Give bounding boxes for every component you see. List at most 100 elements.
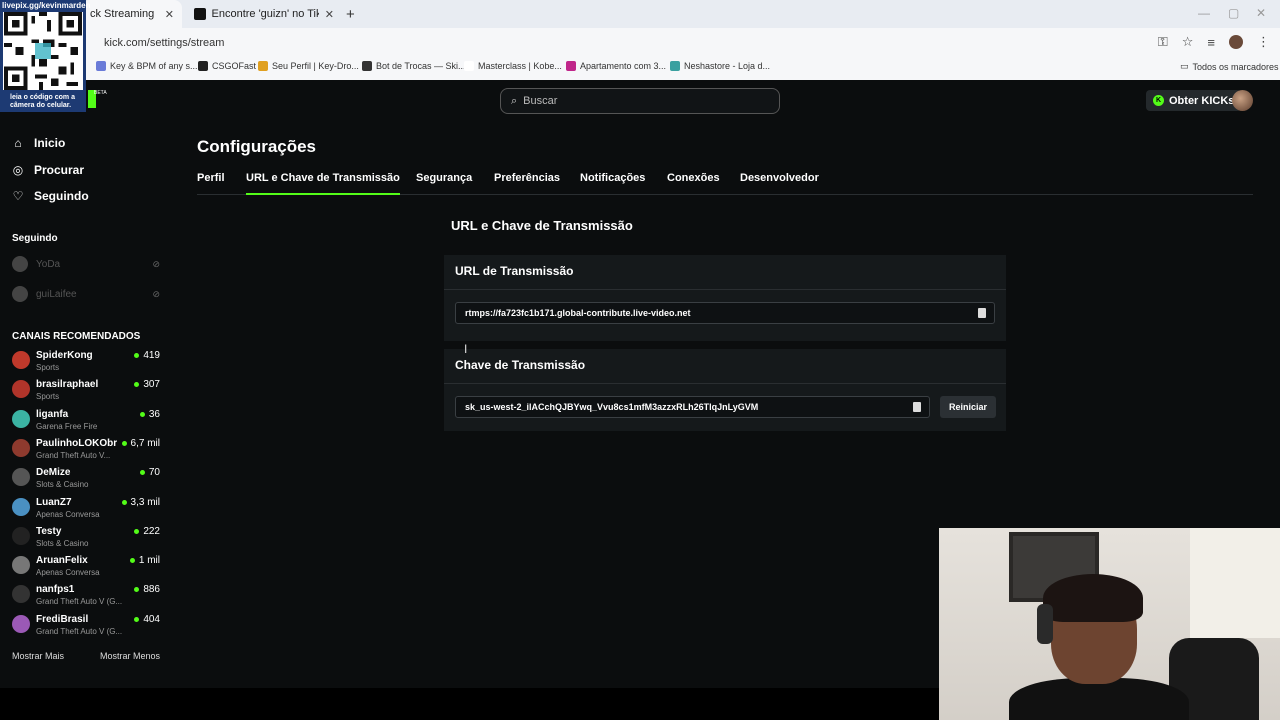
- show-more-link[interactable]: Mostrar Mais: [12, 651, 64, 661]
- avatar: [12, 556, 30, 574]
- browser-chrome: ck Streaming ✕ Encontre 'guizn' no TikTo…: [0, 0, 1280, 80]
- recommended-channel[interactable]: AruanFelix Apenas Conversa 1 mil: [12, 555, 160, 583]
- heart-icon: ♡: [12, 189, 24, 203]
- section-title: URL e Chave de Transmissão: [451, 218, 633, 233]
- bookmark-item[interactable]: Seu Perfil | Key-Dro...: [258, 61, 359, 71]
- bookmark-item[interactable]: Key & BPM of any s...: [96, 61, 198, 71]
- avatar: [12, 498, 30, 516]
- bookmark-item[interactable]: Apartamento com 3...: [566, 61, 666, 71]
- card-title: Chave de Transmissão: [455, 358, 586, 372]
- avatar: [12, 527, 30, 545]
- sidebar-item-home[interactable]: ⌂ Inicio: [12, 136, 65, 150]
- key-icon[interactable]: ⚿: [1158, 34, 1168, 50]
- channel-category: Grand Theft Auto V...: [36, 451, 111, 460]
- recommended-channel[interactable]: DeMize Slots & Casino 70: [12, 467, 160, 495]
- live-dot-icon: [121, 500, 127, 505]
- recommended-channel[interactable]: nanfps1 Grand Theft Auto V (G... 886: [12, 584, 160, 612]
- bottom-bar: [0, 688, 939, 720]
- recommended-channel[interactable]: liganfa Garena Free Fire 36: [12, 409, 160, 437]
- close-icon[interactable]: ✕: [325, 8, 334, 21]
- divider: [444, 383, 1006, 384]
- channel-name: FrediBrasil: [36, 614, 89, 625]
- qr-bottom-text: leia o código com a câmera do celular.: [10, 94, 75, 109]
- address-bar-url[interactable]: kick.com/settings/stream: [104, 37, 224, 49]
- divider: [444, 289, 1006, 290]
- channel-name: PaulinhoLOKObr: [36, 438, 118, 449]
- channel-name: brasilraphael: [36, 379, 99, 390]
- page-title: Configurações: [197, 137, 317, 156]
- live-dot-icon: [134, 587, 140, 592]
- webcam-window: [1190, 528, 1280, 638]
- tab-stream-key[interactable]: URL e Chave de Transmissão: [246, 172, 400, 195]
- bookmark-icon: [464, 61, 474, 71]
- profile-avatar[interactable]: [1229, 35, 1243, 49]
- channel-category: Slots & Casino: [36, 480, 89, 489]
- minimize-icon[interactable]: —: [1198, 6, 1210, 20]
- tab-security[interactable]: Segurança: [416, 172, 472, 195]
- tab-developer[interactable]: Desenvolvedor: [740, 172, 819, 195]
- close-icon[interactable]: ✕: [165, 8, 174, 21]
- get-kicks-button[interactable]: K Obter KICKs: [1146, 90, 1242, 111]
- recommended-channel[interactable]: brasilraphael Sports 307: [12, 379, 160, 407]
- recommended-channel[interactable]: Testy Slots & Casino 222: [12, 526, 160, 554]
- search-input[interactable]: ⌕ Buscar: [500, 88, 780, 114]
- headset-icon: [1037, 604, 1053, 644]
- offline-icon: ⊘: [152, 288, 160, 299]
- channel-name: SpiderKong: [36, 350, 93, 361]
- live-dot-icon: [134, 353, 140, 358]
- viewer-count: 70: [139, 467, 160, 478]
- menu-icon[interactable]: ⋮: [1257, 34, 1270, 50]
- playlist-icon[interactable]: ≡: [1207, 35, 1215, 50]
- copy-icon[interactable]: [913, 402, 921, 412]
- show-less-link[interactable]: Mostrar Menos: [100, 651, 160, 661]
- followed-channel[interactable]: YoDa ⊘: [12, 256, 160, 272]
- tab-preferences[interactable]: Preferências: [494, 172, 560, 195]
- browser-tab-active[interactable]: ck Streaming ✕: [82, 0, 182, 28]
- sidebar-item-browse[interactable]: ◎ Procurar: [12, 163, 84, 177]
- viewer-count: 36: [139, 409, 160, 420]
- channel-category: Grand Theft Auto V (G...: [36, 597, 123, 606]
- tab-notifications[interactable]: Notificações: [580, 172, 645, 195]
- star-icon[interactable]: ☆: [1182, 34, 1194, 50]
- browser-tab[interactable]: Encontre 'guizn' no TikTok | Pe ✕: [186, 0, 342, 28]
- recommended-channel[interactable]: PaulinhoLOKObr Grand Theft Auto V... 6,7 m…: [12, 438, 160, 466]
- stream-url-field[interactable]: rtmps://fa723fc1b171.global-contribute.l…: [455, 302, 995, 324]
- new-tab-icon[interactable]: +: [346, 6, 355, 23]
- channel-category: Garena Free Fire: [36, 422, 98, 431]
- recommended-channel[interactable]: FrediBrasil Grand Theft Auto V (G... 404: [12, 614, 160, 642]
- channel-name: liganfa: [36, 409, 69, 420]
- maximize-icon[interactable]: ▢: [1228, 6, 1239, 20]
- stream-key-card: Chave de Transmissão: [444, 349, 1006, 431]
- tab-profile[interactable]: Perfil: [197, 172, 225, 195]
- channel-name: nanfps1: [36, 584, 75, 595]
- bookmark-icon: [566, 61, 576, 71]
- search-icon: ⌕: [511, 94, 518, 107]
- viewer-count: 3,3 mil: [121, 497, 160, 508]
- stream-url-card: URL de Transmissão: [444, 255, 1006, 341]
- copy-icon[interactable]: [978, 308, 986, 318]
- window-close-icon[interactable]: ✕: [1256, 6, 1266, 20]
- live-dot-icon: [134, 617, 140, 622]
- avatar: [12, 380, 30, 398]
- all-bookmarks[interactable]: ▭ Todos os marcadores: [1180, 61, 1279, 72]
- sidebar-item-following[interactable]: ♡ Seguindo: [12, 189, 89, 203]
- bookmark-item[interactable]: Neshastore - Loja d...: [670, 61, 770, 71]
- folder-icon: ▭: [1180, 61, 1189, 71]
- bookmark-item[interactable]: Bot de Trocas — Ski...: [362, 61, 466, 71]
- webcam-body: [1009, 678, 1189, 720]
- avatar: [12, 468, 30, 486]
- recommended-channel[interactable]: LuanZ7 Apenas Conversa 3,3 mil: [12, 497, 160, 525]
- reset-key-button[interactable]: Reiniciar: [940, 396, 996, 418]
- qr-top-text: livepix.gg/kevinmarden: [2, 1, 91, 10]
- viewer-count: 6,7 mil: [121, 438, 160, 449]
- offline-icon: ⊘: [152, 258, 160, 269]
- followed-channel[interactable]: guiLaifee ⊘: [12, 286, 160, 302]
- stream-key-field[interactable]: sk_us-west-2_ilACchQJBYwq_Vvu8cs1mfM3azz…: [455, 396, 930, 418]
- bookmark-item[interactable]: CSGOFast: [198, 61, 256, 71]
- user-avatar[interactable]: [1232, 90, 1253, 111]
- webcam-overlay: [939, 528, 1280, 720]
- tab-connections[interactable]: Conexões: [667, 172, 720, 195]
- search-placeholder: Buscar: [523, 95, 558, 107]
- recommended-channel[interactable]: SpiderKong Sports 419: [12, 350, 160, 378]
- bookmark-item[interactable]: Masterclass | Kobe...: [464, 61, 562, 71]
